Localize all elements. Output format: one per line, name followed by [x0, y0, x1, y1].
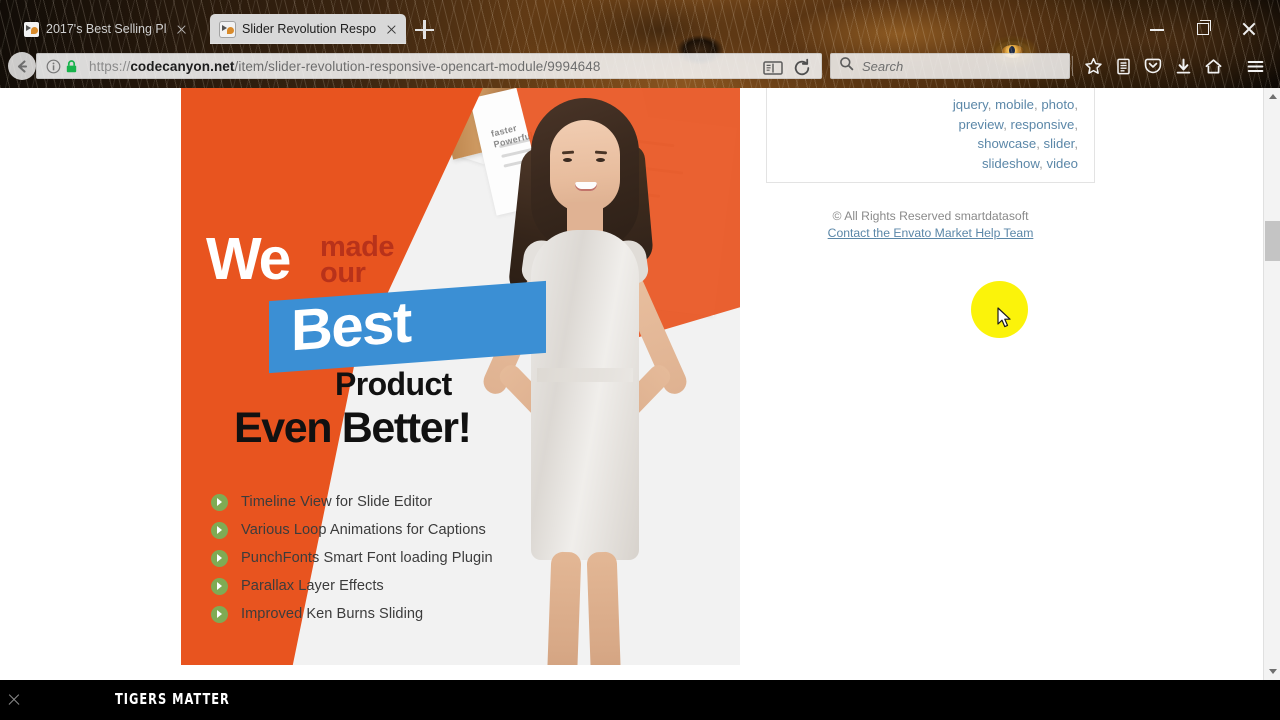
address-bar[interactable]: https://codecanyon.net/item/slider-revol…	[36, 53, 822, 79]
feature-label: Various Loop Animations for Captions	[241, 522, 486, 538]
restore-button[interactable]	[1180, 16, 1226, 42]
tag-jquery[interactable]: jquery	[953, 97, 988, 112]
home-icon[interactable]	[1198, 53, 1228, 79]
chevron-right-circle-icon	[211, 605, 228, 623]
tab-best-selling-plugins[interactable]: 2017's Best Selling Plugins | (	[14, 14, 196, 44]
tag-preview[interactable]: preview	[959, 117, 1004, 132]
model-brow-left	[561, 150, 575, 155]
feature-label: Parallax Layer Effects	[241, 578, 384, 594]
tab-strip: 2017's Best Selling Plugins | ( Slider R…	[0, 0, 1280, 44]
minimize-button[interactable]	[1134, 16, 1180, 42]
chevron-right-circle-icon	[211, 549, 228, 567]
tab-close-icon[interactable]	[383, 21, 400, 38]
model-dress-waist	[537, 368, 633, 382]
feature-item: Various Loop Animations for Captions	[211, 516, 493, 544]
feature-label: Timeline View for Slide Editor	[241, 494, 433, 510]
navigation-toolbar: https://codecanyon.net/item/slider-revol…	[0, 44, 1280, 88]
back-arrow-icon[interactable]	[8, 52, 36, 80]
tab-slider-revolution[interactable]: Slider Revolution Responsive	[210, 14, 406, 44]
headline-made-our: made our	[320, 233, 395, 289]
browser-chrome: 2017's Best Selling Plugins | ( Slider R…	[0, 0, 1280, 88]
model-face	[550, 120, 620, 212]
new-tab-button[interactable]	[415, 20, 434, 39]
pocket-icon[interactable]	[1138, 53, 1168, 79]
page-viewport: jquery, mobile, photo, preview, responsi…	[0, 88, 1280, 680]
url-domain: codecanyon.net	[130, 58, 235, 74]
model-eye-right	[596, 158, 605, 162]
tag-mobile[interactable]: mobile	[995, 97, 1034, 112]
tag-slider[interactable]: slider	[1044, 136, 1075, 151]
bottom-bar-title: TIGERS MATTER	[115, 690, 230, 708]
url-path: /item/slider-revolution-responsive-openc…	[234, 58, 601, 74]
tag-list: jquery, mobile, photo, preview, responsi…	[952, 97, 1078, 171]
headline-best: Best	[291, 289, 411, 364]
scroll-up-arrow-icon[interactable]	[1264, 88, 1280, 105]
feature-label: PunchFonts Smart Font loading Plugin	[241, 550, 493, 566]
feature-list: Timeline View for Slide Editor Various L…	[211, 488, 493, 628]
url-text: https://codecanyon.net/item/slider-revol…	[89, 59, 601, 74]
bottom-notification-bar: TIGERS MATTER	[0, 680, 1280, 720]
slider-preview[interactable]: faster Powerful We made our Best Product…	[181, 88, 740, 665]
model-leg-right	[586, 551, 622, 665]
model-eye-left	[563, 158, 572, 162]
tag-video[interactable]: video	[1046, 156, 1078, 171]
model-brow-right	[594, 150, 608, 155]
search-icon	[839, 56, 854, 76]
envato-help-link[interactable]: Contact the Envato Market Help Team	[766, 225, 1095, 242]
close-window-button[interactable]	[1226, 16, 1272, 42]
model-leg-left	[546, 551, 582, 665]
feature-item: Timeline View for Slide Editor	[211, 488, 493, 516]
tab-favicon-icon	[220, 21, 235, 37]
headline-our: our	[320, 257, 366, 289]
close-icon[interactable]	[6, 692, 22, 708]
model-smile	[575, 182, 597, 191]
chevron-right-circle-icon	[211, 521, 228, 539]
headline-even-better: Even Better!	[234, 404, 472, 452]
tag-photo[interactable]: photo	[1041, 97, 1074, 112]
feature-label: Improved Ken Burns Sliding	[241, 606, 424, 622]
url-scheme: https://	[89, 58, 131, 74]
tab-favicon-icon	[24, 21, 39, 37]
mouse-cursor	[997, 307, 1013, 329]
headline-we: We	[206, 226, 291, 292]
sidebar-footer: © All Rights Reserved smartdatasoft Cont…	[766, 208, 1095, 242]
tab-close-icon[interactable]	[173, 21, 190, 38]
feature-item: Improved Ken Burns Sliding	[211, 600, 493, 628]
bookmark-star-icon[interactable]	[1078, 53, 1108, 79]
reload-icon[interactable]	[791, 57, 813, 79]
downloads-icon[interactable]	[1168, 53, 1198, 79]
chevron-right-circle-icon	[211, 577, 228, 595]
toolbar-divider	[1072, 56, 1073, 76]
headline-product: Product	[335, 366, 452, 402]
identity-info-icon[interactable]	[45, 58, 62, 75]
lock-icon	[63, 58, 80, 75]
feature-item: PunchFonts Smart Font loading Plugin	[211, 544, 493, 572]
vertical-scrollbar[interactable]	[1263, 88, 1280, 680]
tag-showcase[interactable]: showcase	[978, 136, 1037, 151]
window-controls	[1134, 16, 1272, 42]
browser-window: 2017's Best Selling Plugins | ( Slider R…	[0, 0, 1280, 720]
search-input[interactable]: Search	[862, 59, 903, 74]
copyright-text: © All Rights Reserved smartdatasoft	[832, 209, 1029, 223]
reader-mode-icon[interactable]	[761, 58, 785, 78]
tag-responsive[interactable]: responsive	[1011, 117, 1075, 132]
scroll-down-arrow-icon[interactable]	[1264, 663, 1280, 680]
search-bar[interactable]: Search	[830, 53, 1070, 79]
page-content: jquery, mobile, photo, preview, responsi…	[0, 88, 1280, 680]
reading-list-icon[interactable]	[1108, 53, 1138, 79]
menu-hamburger-icon[interactable]	[1240, 53, 1270, 79]
tags-panel: jquery, mobile, photo, preview, responsi…	[766, 88, 1095, 183]
scrollbar-thumb[interactable]	[1265, 221, 1280, 261]
tag-slideshow[interactable]: slideshow	[982, 156, 1039, 171]
model-dress	[531, 230, 639, 560]
feature-item: Parallax Layer Effects	[211, 572, 493, 600]
tab-title: Slider Revolution Responsive	[242, 22, 376, 36]
tab-title: 2017's Best Selling Plugins | (	[46, 22, 166, 36]
toolbar-icon-group	[1078, 53, 1270, 79]
chevron-right-circle-icon	[211, 493, 228, 511]
